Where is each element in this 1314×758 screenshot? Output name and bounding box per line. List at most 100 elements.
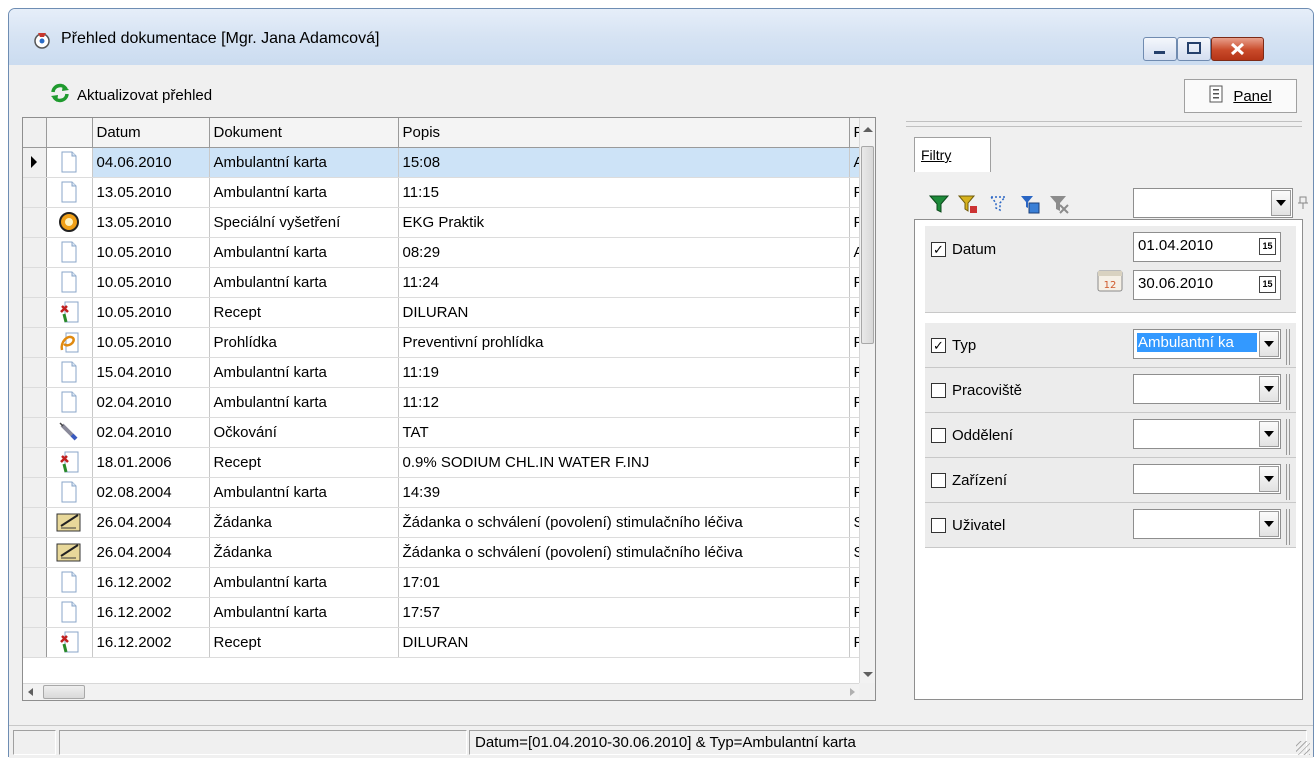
cell-dokument[interactable]: Recept: [209, 447, 399, 478]
filter-checkbox-zarizeni[interactable]: [931, 473, 946, 488]
cell-dokument[interactable]: Recept: [209, 297, 399, 328]
table-row[interactable]: 13.05.2010Ambulantní karta11:15Pl: [23, 177, 861, 208]
row-indicator[interactable]: [23, 537, 47, 568]
filter-delete-icon[interactable]: [1048, 193, 1070, 219]
scroll-up-icon[interactable]: [863, 127, 873, 132]
scroll-down-icon[interactable]: [863, 672, 873, 677]
table-row[interactable]: 02.04.2010OčkováníTATPl: [23, 417, 861, 448]
row-indicator[interactable]: [23, 237, 47, 268]
tab-filtry[interactable]: Filtry: [914, 137, 991, 172]
row-indicator[interactable]: [23, 327, 47, 358]
row-indicator[interactable]: [23, 387, 47, 418]
cell-datum[interactable]: 10.05.2010: [92, 237, 210, 268]
oddeleni-select[interactable]: [1133, 419, 1281, 449]
icon-column-header[interactable]: [46, 118, 93, 148]
zarizeni-select[interactable]: [1133, 464, 1281, 494]
close-button[interactable]: [1211, 37, 1264, 61]
cell-dokument[interactable]: Ambulantní karta: [209, 387, 399, 418]
filter-edit-icon[interactable]: [957, 193, 979, 219]
cell-popis[interactable]: 14:39: [398, 477, 850, 508]
table-row[interactable]: 16.12.2002Ambulantní karta17:01Pl: [23, 567, 861, 598]
calendar-picker-icon[interactable]: 15: [1259, 238, 1276, 255]
cell-popis[interactable]: 17:01: [398, 567, 850, 598]
cell-popis[interactable]: DILURAN: [398, 297, 850, 328]
cell-dokument[interactable]: Ambulantní karta: [209, 567, 399, 598]
column-header-dokument[interactable]: Dokument: [209, 118, 399, 148]
panel-toggle-button[interactable]: Panel: [1184, 79, 1297, 113]
cell-popis[interactable]: 11:24: [398, 267, 850, 298]
chevron-down-icon[interactable]: [1271, 190, 1291, 216]
table-row[interactable]: 15.04.2010Ambulantní karta11:19Pl: [23, 357, 861, 388]
cell-datum[interactable]: 10.05.2010: [92, 267, 210, 298]
cell-dokument[interactable]: Recept: [209, 627, 399, 658]
filter-save-icon[interactable]: [1019, 193, 1041, 219]
row-indicator[interactable]: [23, 147, 47, 178]
cell-popis[interactable]: Žádanka o schválení (povolení) stimulačn…: [398, 507, 850, 538]
row-indicator[interactable]: [23, 567, 47, 598]
cell-popis[interactable]: 11:15: [398, 177, 850, 208]
title-bar[interactable]: Přehled dokumentace [Mgr. Jana Adamcová]: [9, 9, 1313, 65]
saved-filter-select[interactable]: [1133, 188, 1293, 218]
cell-dokument[interactable]: Speciální vyšetření: [209, 207, 399, 238]
filter-apply-icon[interactable]: [928, 193, 950, 219]
cell-datum[interactable]: 26.04.2004: [92, 507, 210, 538]
vertical-scroll-thumb[interactable]: [861, 146, 874, 344]
uzivatel-select[interactable]: [1133, 509, 1281, 539]
chevron-down-icon[interactable]: [1259, 331, 1279, 357]
documents-grid[interactable]: Datum Dokument Popis Pl 04.06.2010Ambula…: [22, 117, 876, 701]
cell-dokument[interactable]: Očkování: [209, 417, 399, 448]
row-indicator[interactable]: [23, 447, 47, 478]
refresh-button[interactable]: Aktualizovat přehled: [49, 81, 212, 109]
row-indicator[interactable]: [23, 357, 47, 388]
horizontal-scroll-thumb[interactable]: [43, 685, 85, 699]
filter-checkbox-pracoviste[interactable]: [931, 383, 946, 398]
cell-dokument[interactable]: Žádanka: [209, 537, 399, 568]
table-row[interactable]: 04.06.2010Ambulantní karta15:08Al: [23, 147, 861, 178]
cell-dokument[interactable]: Ambulantní karta: [209, 177, 399, 208]
cell-datum[interactable]: 18.01.2006: [92, 447, 210, 478]
cell-datum[interactable]: 10.05.2010: [92, 327, 210, 358]
cell-popis[interactable]: 08:29: [398, 237, 850, 268]
table-row[interactable]: 02.04.2010Ambulantní karta11:12Pl: [23, 387, 861, 418]
cell-datum[interactable]: 10.05.2010: [92, 297, 210, 328]
cell-datum[interactable]: 15.04.2010: [92, 357, 210, 388]
table-row[interactable]: 10.05.2010Ambulantní karta11:24Pl: [23, 267, 861, 298]
date-from-field[interactable]: 01.04.2010 15: [1133, 232, 1281, 262]
calendar-picker-icon[interactable]: 15: [1259, 276, 1276, 293]
table-row[interactable]: 10.05.2010 Prohlídka Preventivní prohlídka…: [23, 327, 861, 358]
cell-datum[interactable]: 02.04.2010: [92, 387, 210, 418]
filter-checkbox-oddeleni[interactable]: [931, 428, 946, 443]
cell-popis[interactable]: EKG Praktik: [398, 207, 850, 238]
column-header-datum[interactable]: Datum: [92, 118, 210, 148]
chevron-down-icon[interactable]: [1259, 466, 1279, 492]
cell-datum[interactable]: 04.06.2010: [92, 147, 210, 178]
filter-clear-icon[interactable]: [986, 193, 1012, 219]
chevron-down-icon[interactable]: [1259, 421, 1279, 447]
cell-dokument[interactable]: Ambulantní karta: [209, 147, 399, 178]
filter-checkbox-uzivatel[interactable]: [931, 518, 946, 533]
scroll-left-icon[interactable]: [28, 688, 33, 696]
maximize-button[interactable]: [1177, 37, 1211, 61]
date-to-field[interactable]: 30.06.2010 15: [1133, 270, 1281, 300]
cell-popis[interactable]: Žádanka o schválení (povolení) stimulačn…: [398, 537, 850, 568]
vertical-scrollbar[interactable]: [859, 118, 875, 685]
table-row[interactable]: 26.04.2004 Žádanka Žádanka o schválení (po…: [23, 537, 861, 568]
row-indicator[interactable]: [23, 417, 47, 448]
filter-checkbox-typ[interactable]: ✓: [931, 338, 946, 353]
cell-popis[interactable]: DILURAN: [398, 627, 850, 658]
row-indicator[interactable]: [23, 627, 47, 658]
cell-dokument[interactable]: Žádanka: [209, 507, 399, 538]
table-row[interactable]: 16.12.2002Ambulantní karta17:57Pl: [23, 597, 861, 628]
cell-dokument[interactable]: Ambulantní karta: [209, 267, 399, 298]
cell-popis[interactable]: TAT: [398, 417, 850, 448]
cell-dokument[interactable]: Ambulantní karta: [209, 597, 399, 628]
cell-datum[interactable]: 16.12.2002: [92, 597, 210, 628]
panel-splitter[interactable]: [906, 121, 1302, 127]
cell-datum[interactable]: 26.04.2004: [92, 537, 210, 568]
cell-datum[interactable]: 16.12.2002: [92, 567, 210, 598]
row-indicator[interactable]: [23, 177, 47, 208]
table-row[interactable]: 10.05.2010Ambulantní karta08:29Al: [23, 237, 861, 268]
cell-popis[interactable]: 17:57: [398, 597, 850, 628]
pin-icon[interactable]: [1298, 196, 1308, 210]
table-row[interactable]: 16.12.2002ReceptDILURANPl: [23, 627, 861, 658]
